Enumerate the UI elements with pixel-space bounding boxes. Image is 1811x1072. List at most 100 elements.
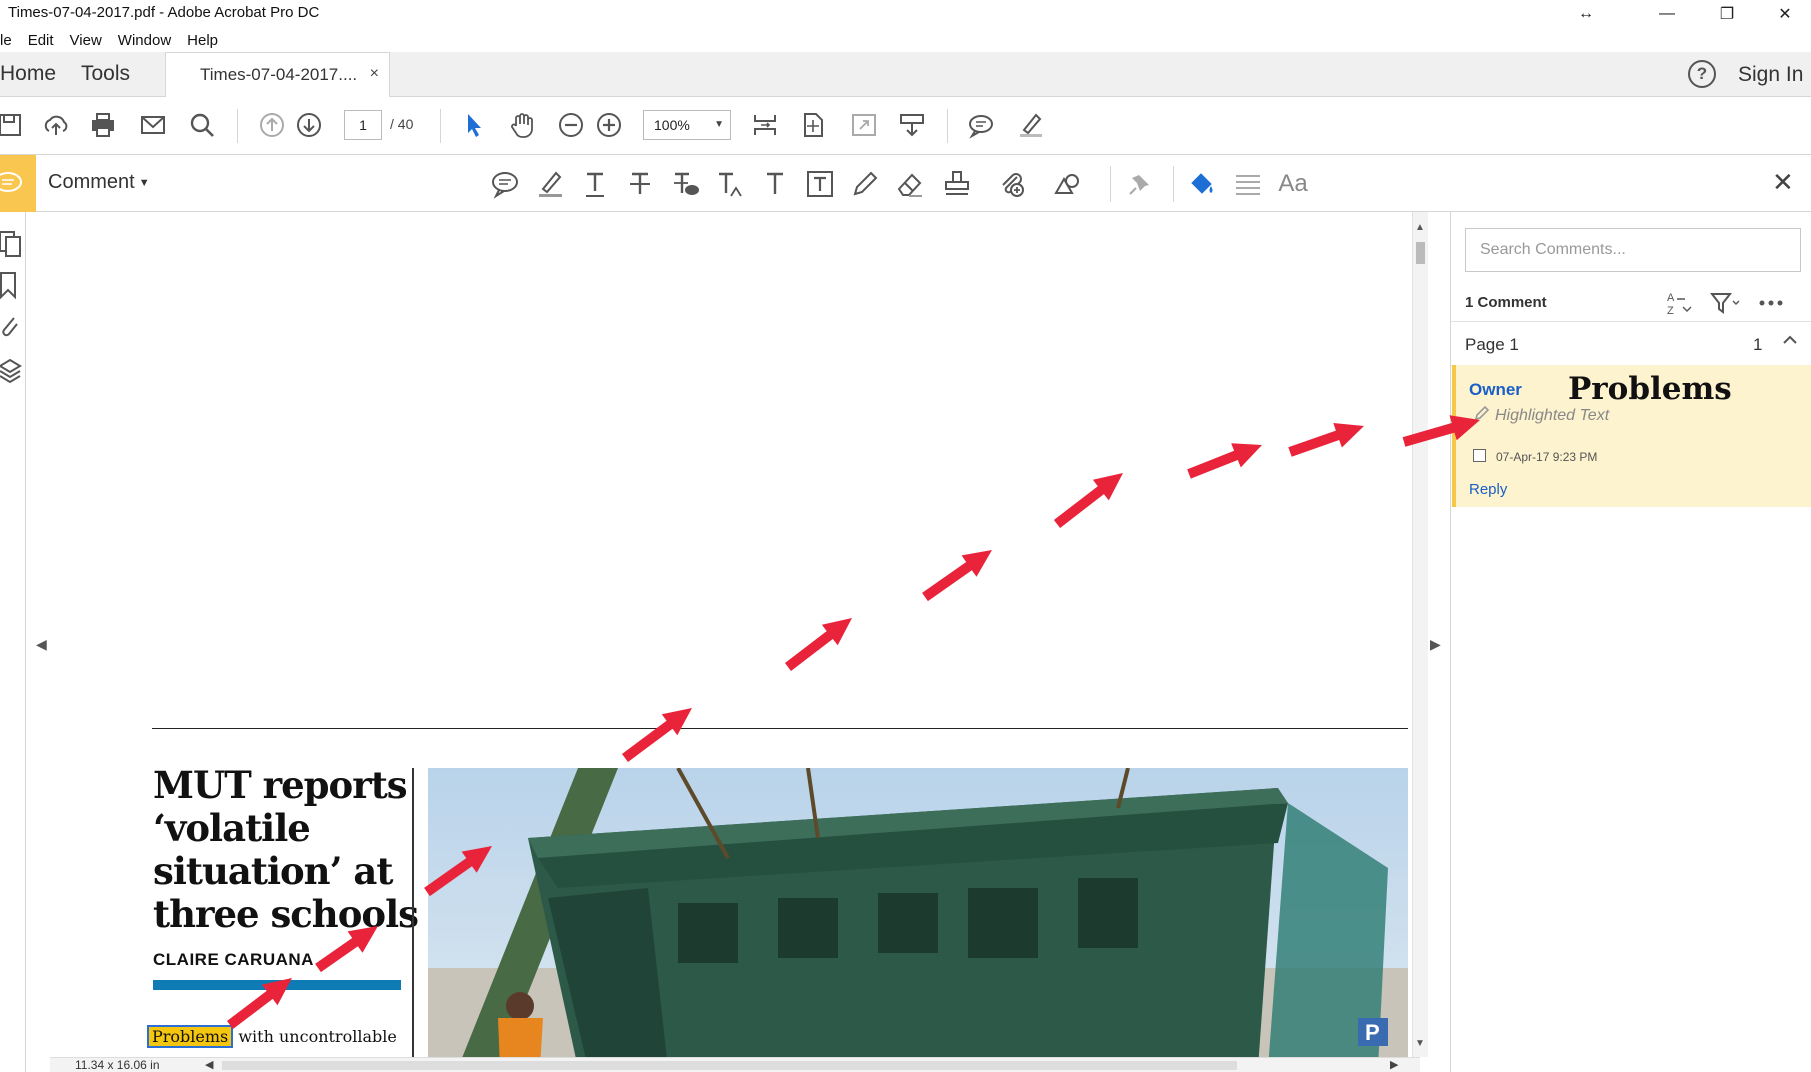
scroll-mode-icon[interactable]	[749, 109, 781, 141]
document-tab-label: Times-07-04-2017....	[200, 65, 358, 84]
full-screen-icon[interactable]	[848, 109, 880, 141]
scroll-down-icon[interactable]: ▼	[1415, 1038, 1425, 1049]
scroll-thumb[interactable]	[1416, 242, 1425, 264]
fit-page-icon[interactable]	[797, 109, 829, 141]
read-mode-icon[interactable]	[896, 109, 928, 141]
hand-icon[interactable]	[506, 109, 538, 141]
stamp-icon[interactable]	[940, 167, 974, 201]
tab-tools[interactable]: Tools	[81, 62, 130, 86]
resize-icon[interactable]: ↔	[1560, 0, 1612, 28]
close-tab-icon[interactable]: ×	[370, 65, 379, 83]
page-number-input[interactable]: 1	[344, 110, 382, 140]
zoom-value: 100%	[654, 117, 690, 133]
line-style-icon[interactable]	[1231, 167, 1265, 201]
layers-icon[interactable]	[0, 356, 22, 386]
boat-photo-illustration: P	[428, 768, 1408, 1057]
page-group-count: 1	[1753, 335, 1763, 354]
page-group-header[interactable]: Page 1 1	[1451, 322, 1811, 366]
collapse-left-icon[interactable]: ◀	[36, 636, 47, 653]
highlight-text-icon[interactable]	[533, 167, 567, 201]
menu-view[interactable]: View	[70, 32, 102, 49]
article-body-text: with uncontrollable	[238, 1027, 397, 1046]
comments-count: 1 Comment	[1465, 294, 1547, 311]
sign-in-button[interactable]: Sign In	[1738, 63, 1803, 87]
comment-note-text[interactable]: Problems	[1568, 371, 1732, 407]
eraser-icon[interactable]	[893, 167, 927, 201]
comment-card[interactable]: Owner Problems Highlighted Text 07-Apr-1…	[1452, 365, 1811, 507]
comments-count-row: 1 Comment AZ	[1451, 280, 1811, 322]
filter-icon[interactable]	[1709, 290, 1741, 320]
scroll-up-icon[interactable]: ▲	[1415, 222, 1425, 233]
bookmark-icon[interactable]	[0, 270, 22, 300]
pin-icon[interactable]	[1123, 167, 1157, 201]
attach-file-icon[interactable]	[995, 167, 1029, 201]
scroll-left-icon[interactable]: ◀	[205, 1058, 213, 1071]
tab-home[interactable]: Home	[0, 62, 56, 86]
horizontal-scroll-thumb[interactable]	[222, 1061, 1237, 1070]
attachment-icon[interactable]	[0, 312, 22, 342]
sticky-note-icon[interactable]	[488, 167, 522, 201]
tab-bar: Home Tools Times-07-04-2017.... × ? Sign…	[0, 52, 1811, 97]
print-icon[interactable]	[87, 109, 119, 141]
more-options-icon[interactable]	[1757, 290, 1785, 320]
fill-color-icon[interactable]	[1185, 167, 1219, 201]
chevron-down-icon: ▼	[138, 176, 150, 189]
restore-button[interactable]: ❐	[1701, 0, 1753, 28]
save-icon[interactable]	[0, 109, 26, 141]
scroll-right-icon[interactable]: ▶	[1390, 1058, 1398, 1071]
minimize-button[interactable]: —	[1641, 0, 1693, 28]
add-text-icon[interactable]	[758, 167, 792, 201]
text-style-icon[interactable]: Aa	[1276, 167, 1310, 201]
window-title: Times-07-04-2017.pdf - Adobe Acrobat Pro…	[8, 4, 320, 21]
sort-icon[interactable]: AZ	[1665, 290, 1693, 320]
next-page-icon[interactable]	[293, 109, 325, 141]
left-navigation-rail	[0, 212, 26, 1072]
menu-file[interactable]: le	[0, 32, 12, 49]
tab-document[interactable]: Times-07-04-2017.... ×	[165, 52, 390, 97]
page-dimensions: 11.34 x 16.06 in	[75, 1058, 160, 1072]
prev-page-icon[interactable]	[256, 109, 288, 141]
article-photo: P	[428, 768, 1408, 1057]
email-icon[interactable]	[137, 109, 169, 141]
underline-text-icon[interactable]	[578, 167, 612, 201]
pages-icon[interactable]	[0, 228, 22, 258]
replace-text-icon[interactable]	[668, 167, 702, 201]
menu-bar: le Edit View Window Help	[0, 28, 1811, 52]
svg-text:Z: Z	[1667, 305, 1674, 316]
collapse-right-icon[interactable]: ▶	[1430, 636, 1441, 653]
main-toolbar: 1 / 40 100% ▼	[0, 97, 1811, 155]
chevron-up-icon[interactable]	[1781, 332, 1799, 352]
search-icon[interactable]	[186, 109, 218, 141]
insert-text-icon[interactable]	[713, 167, 747, 201]
text-box-icon[interactable]	[803, 167, 837, 201]
article-body: Problems with uncontrollable	[147, 1025, 397, 1048]
document-vertical-scrollbar[interactable]: ▲ ▼	[1412, 212, 1428, 1057]
search-comments-input[interactable]: Search Comments...	[1465, 228, 1801, 272]
highlight-icon[interactable]	[1015, 109, 1047, 141]
upload-icon[interactable]	[40, 109, 72, 141]
highlighted-word[interactable]: Problems	[147, 1025, 234, 1048]
title-bar: Times-07-04-2017.pdf - Adobe Acrobat Pro…	[0, 0, 1811, 28]
menu-window[interactable]: Window	[118, 32, 171, 49]
select-arrow-icon[interactable]	[458, 109, 490, 141]
reply-link[interactable]: Reply	[1469, 481, 1507, 498]
zoom-out-icon[interactable]	[555, 109, 587, 141]
pencil-icon[interactable]	[848, 167, 882, 201]
status-bar: 11.34 x 16.06 in ◀ ▶	[50, 1057, 1420, 1072]
zoom-in-icon[interactable]	[593, 109, 625, 141]
comment-icon[interactable]	[965, 109, 997, 141]
strikethrough-icon[interactable]	[623, 167, 657, 201]
menu-help[interactable]: Help	[187, 32, 218, 49]
highlight-pen-icon	[1474, 405, 1490, 421]
close-comment-toolbar-icon[interactable]: ✕	[1772, 167, 1794, 198]
help-icon[interactable]: ?	[1688, 60, 1716, 88]
menu-edit[interactable]: Edit	[28, 32, 54, 49]
zoom-select[interactable]: 100% ▼	[643, 110, 731, 140]
article-headline: MUT reports ‘volatile situation’ at thre…	[153, 763, 419, 936]
comment-label[interactable]: Comment ▼	[48, 171, 150, 194]
shapes-icon[interactable]	[1050, 167, 1084, 201]
svg-text:A: A	[1667, 292, 1675, 304]
comment-checkbox[interactable]	[1473, 449, 1486, 462]
close-window-button[interactable]: ✕	[1759, 0, 1811, 28]
comment-tool-tab[interactable]	[0, 155, 36, 212]
